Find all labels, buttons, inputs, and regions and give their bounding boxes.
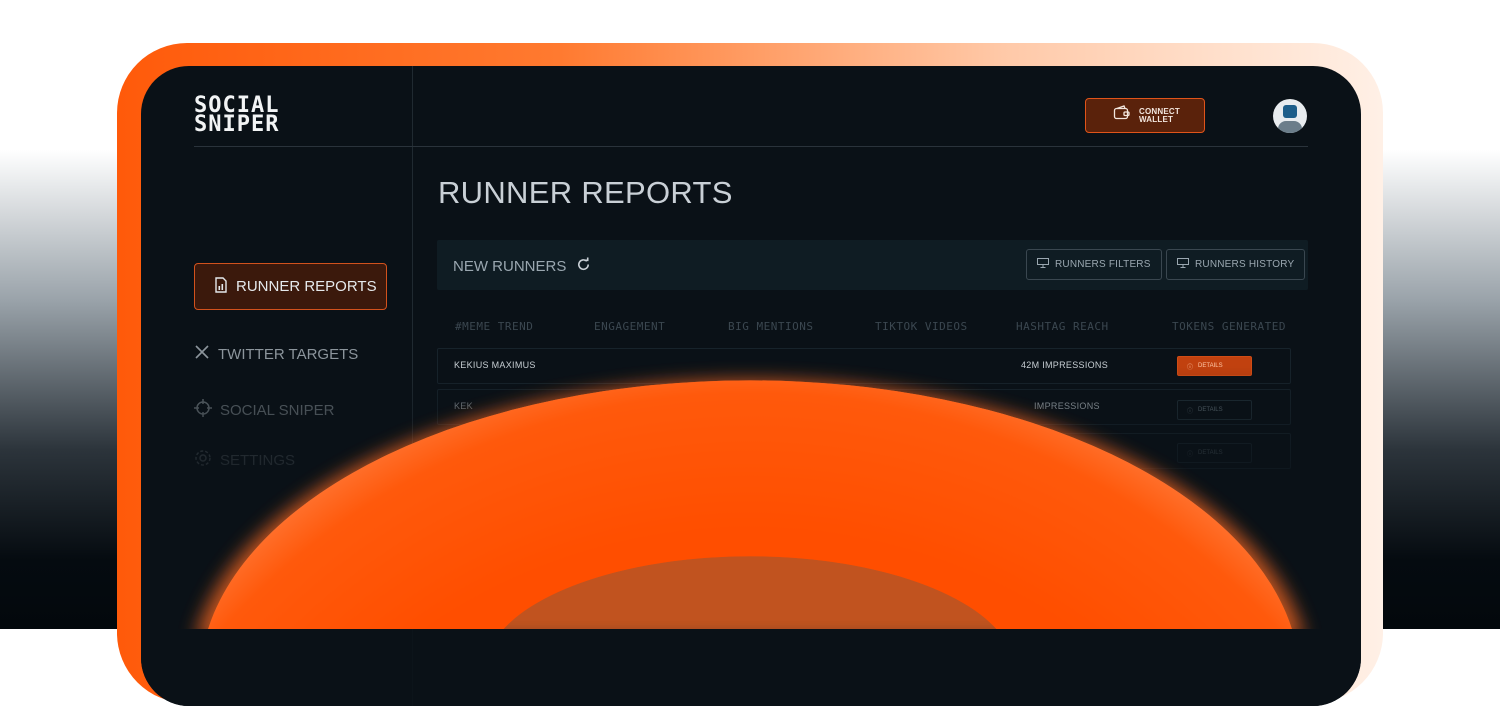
sidebar-item-label: RUNNER REPORTS xyxy=(236,278,377,295)
filter-icon xyxy=(1037,258,1049,271)
refresh-icon[interactable] xyxy=(576,257,591,276)
panel-title-label: NEW RUNNERS xyxy=(453,258,567,275)
wallet-icon xyxy=(1113,105,1131,126)
column-header[interactable]: BIG MENTIONS xyxy=(728,320,813,333)
runners-history-button[interactable]: RUNNERS HISTORY xyxy=(1166,249,1306,280)
app-logo[interactable]: SOCIAL SNIPER xyxy=(194,95,280,137)
panel-title: NEW RUNNERS xyxy=(453,257,591,276)
details-button[interactable]: ⓘ DETAILS xyxy=(1177,400,1252,420)
gear-icon xyxy=(194,449,212,471)
info-icon: ⓘ xyxy=(1187,451,1194,458)
avatar-body xyxy=(1278,121,1302,133)
trend-cell: KEKIUS MAXIMUS xyxy=(454,360,536,370)
new-runners-panel: NEW RUNNERS RUNNERS FILTERS RUNNERS HIST… xyxy=(437,240,1308,290)
sidebar-item-label: TWITTER TARGETS xyxy=(218,345,359,363)
table-row[interactable]: ⓘ DETAILS xyxy=(437,433,1291,469)
details-label: DETAILS xyxy=(1198,407,1223,413)
sidebar-item-social-sniper[interactable]: SOCIAL SNIPER xyxy=(194,399,334,421)
column-header[interactable]: HASHTAG REACH xyxy=(1016,320,1109,333)
sidebar-item-settings[interactable]: SETTINGS xyxy=(194,449,295,471)
details-label: DETAILS xyxy=(1198,363,1223,369)
bottom-fade-overlay xyxy=(141,66,1361,706)
page-title: RUNNER REPORTS xyxy=(438,175,733,210)
column-header[interactable]: #MEME TREND xyxy=(455,320,533,333)
app-window: SOCIAL SNIPER CONNECT WALLET RUNNER REPO… xyxy=(141,66,1361,706)
header-divider xyxy=(194,146,1308,147)
sidebar-item-label: SOCIAL SNIPER xyxy=(220,401,335,419)
logo-line-2: SNIPER xyxy=(194,112,280,137)
history-icon xyxy=(1177,258,1189,271)
reach-cell: IMPRESSIONS xyxy=(1034,401,1100,411)
runners-history-label: RUNNERS HISTORY xyxy=(1195,259,1295,270)
crosshair-icon xyxy=(194,399,212,421)
column-header[interactable]: ENGAGEMENT xyxy=(594,320,665,333)
column-header[interactable]: TIKTOK VIDEOS xyxy=(875,320,968,333)
runners-filters-label: RUNNERS FILTERS xyxy=(1055,259,1151,270)
reach-cell: 42M IMPRESSIONS xyxy=(1021,360,1109,370)
x-icon xyxy=(194,344,210,364)
details-button[interactable]: ⓘ DETAILS xyxy=(1177,356,1252,376)
table-row[interactable]: KEKIUS MAXIMUS 42M IMPRESSIONS ⓘ DETAILS xyxy=(437,348,1291,384)
connect-wallet-button[interactable]: CONNECT WALLET xyxy=(1085,98,1205,133)
info-icon: ⓘ xyxy=(1187,408,1194,415)
avatar[interactable] xyxy=(1273,99,1307,133)
sidebar-divider xyxy=(412,66,413,706)
runners-filters-button[interactable]: RUNNERS FILTERS xyxy=(1026,249,1162,280)
info-icon: ⓘ xyxy=(1187,364,1194,371)
details-label: DETAILS xyxy=(1198,450,1223,456)
report-icon xyxy=(214,276,228,297)
details-button[interactable]: ⓘ DETAILS xyxy=(1177,443,1252,463)
sidebar-item-twitter-targets[interactable]: TWITTER TARGETS xyxy=(194,344,358,364)
sidebar-item-runner-reports[interactable]: RUNNER REPORTS xyxy=(194,263,387,310)
connect-wallet-label: CONNECT WALLET xyxy=(1139,106,1180,124)
column-header[interactable]: TOKENS GENERATED xyxy=(1172,320,1286,333)
avatar-head xyxy=(1283,105,1297,118)
table-row[interactable]: KEK IMPRESSIONS ⓘ DETAILS xyxy=(437,389,1291,425)
trend-cell: KEK xyxy=(454,401,473,411)
sidebar-item-label: SETTINGS xyxy=(220,451,296,469)
